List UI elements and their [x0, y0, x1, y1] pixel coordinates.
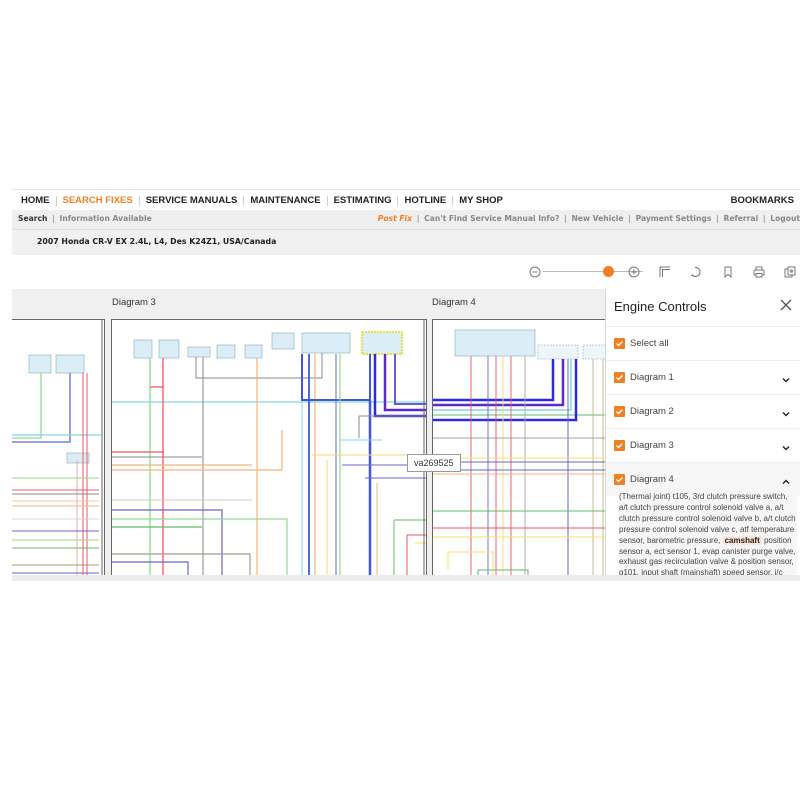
- select-all-row[interactable]: Select all: [606, 327, 800, 361]
- diagram-4-components: (Thermal joint) t105, 3rd clutch pressur…: [619, 492, 797, 581]
- diagram-3-page[interactable]: [111, 319, 427, 581]
- print-icon[interactable]: [752, 265, 766, 279]
- diagram-3-checkbox[interactable]: [614, 440, 625, 451]
- nav-hotline[interactable]: HOTLINE: [398, 195, 452, 206]
- link-cant-find-info[interactable]: Can't Find Service Manual Info?: [424, 214, 559, 223]
- sub-nav: Search | Information Available Post Fix …: [12, 210, 800, 230]
- subnav-search[interactable]: Search: [18, 214, 47, 223]
- nav-my-shop[interactable]: MY SHOP: [453, 195, 509, 206]
- diagram-2-page[interactable]: [12, 319, 105, 581]
- nav-home[interactable]: HOME: [12, 195, 56, 206]
- subnav-information-available[interactable]: Information Available: [60, 214, 152, 223]
- diagram-2-row[interactable]: Diagram 2: [606, 395, 800, 429]
- diagram-1-row[interactable]: Diagram 1: [606, 361, 800, 395]
- diagram-2-label: Diagram 2: [630, 406, 674, 417]
- link-logout[interactable]: Logout: [770, 214, 800, 223]
- diagram-3-label: Diagram 3: [630, 440, 674, 451]
- search-highlight: camshaft: [722, 535, 762, 545]
- rotate-icon[interactable]: [689, 265, 703, 279]
- diagram-2-checkbox[interactable]: [614, 406, 625, 417]
- diagram-3-row[interactable]: Diagram 3: [606, 429, 800, 463]
- zoom-slider-handle[interactable]: [602, 266, 614, 277]
- link-referral[interactable]: Referral: [723, 214, 758, 223]
- zoom-in-icon[interactable]: [627, 265, 641, 279]
- nav-maintenance[interactable]: MAINTENANCE: [244, 195, 326, 206]
- panel-title: Engine Controls: [614, 299, 707, 314]
- diagram-1-checkbox[interactable]: [614, 372, 625, 383]
- diagram-4-page[interactable]: [432, 319, 605, 581]
- diagram-4-label: Diagram 4: [630, 474, 674, 485]
- wiring-schematic: [12, 320, 103, 581]
- wiring-schematic: [433, 329, 605, 581]
- wiring-schematic: [112, 320, 426, 581]
- engine-controls-panel: Engine Controls Select all Diagram 1 Dia…: [605, 289, 800, 581]
- horizontal-scrollbar[interactable]: [12, 575, 800, 581]
- bookmark-icon[interactable]: [721, 265, 735, 279]
- link-post-fix[interactable]: Post Fix: [378, 214, 412, 223]
- diagram-4-checkbox[interactable]: [614, 474, 625, 485]
- top-nav: HOME SEARCH FIXES SERVICE MANUALS MAINTE…: [12, 189, 800, 211]
- diagram-3-title: Diagram 3: [112, 297, 156, 308]
- diagram-viewer[interactable]: Diagram 3 Diagram 4 va269525: [12, 289, 605, 581]
- nav-service-manuals[interactable]: SERVICE MANUALS: [140, 195, 244, 206]
- diagram-1-label: Diagram 1: [630, 372, 674, 383]
- select-all-label: Select all: [630, 338, 669, 349]
- panel-header: Engine Controls: [606, 289, 800, 327]
- vehicle-title: 2007 Honda CR-V EX 2.4L, L4, Des K24Z1, …: [37, 237, 277, 246]
- select-all-checkbox[interactable]: [614, 338, 625, 349]
- zoom-out-icon[interactable]: [528, 265, 542, 279]
- link-new-vehicle[interactable]: New Vehicle: [571, 214, 623, 223]
- nav-bookmarks[interactable]: BOOKMARKS: [725, 195, 800, 206]
- nav-search-fixes[interactable]: SEARCH FIXES: [57, 195, 139, 206]
- chevron-down-icon[interactable]: [781, 440, 791, 451]
- nav-estimating[interactable]: ESTIMATING: [328, 195, 398, 206]
- part-number-tooltip: va269525: [407, 454, 461, 472]
- chevron-down-icon[interactable]: [781, 406, 791, 417]
- layers-icon[interactable]: [783, 265, 797, 279]
- diagram-4-title: Diagram 4: [432, 297, 476, 308]
- close-icon[interactable]: [777, 296, 795, 314]
- chevron-up-icon[interactable]: [781, 474, 791, 484]
- viewer-toolbar: [12, 255, 800, 289]
- chevron-down-icon[interactable]: [781, 372, 791, 383]
- fit-page-icon[interactable]: [658, 265, 672, 279]
- app-window: HOME SEARCH FIXES SERVICE MANUALS MAINTE…: [12, 189, 800, 581]
- link-payment-settings[interactable]: Payment Settings: [636, 214, 712, 223]
